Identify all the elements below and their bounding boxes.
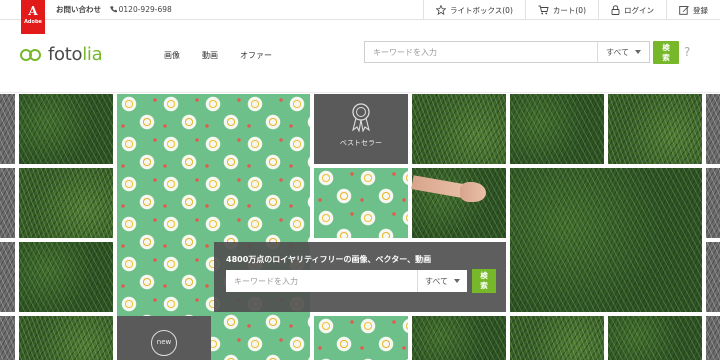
nav-item-images[interactable]: 画像 xyxy=(164,50,180,61)
bestseller-label: ベストセラー xyxy=(339,139,383,147)
fotolia-logo[interactable]: fotolia xyxy=(20,44,103,65)
lock-icon xyxy=(611,5,620,15)
cart-label: カート(0) xyxy=(552,5,586,15)
hero-category-select[interactable]: すべて xyxy=(417,270,467,292)
hero-category-value: すべて xyxy=(424,276,449,286)
header-category-select[interactable]: すべて xyxy=(597,42,649,62)
nav-item-offers[interactable]: オファー xyxy=(240,50,272,61)
mosaic-tile[interactable] xyxy=(706,316,720,360)
hero-search-button-line1: 検 xyxy=(480,271,488,280)
mosaic-tile[interactable] xyxy=(411,168,506,238)
adobe-word: Adobe xyxy=(24,19,42,25)
hero-search-input[interactable]: キーワードを入力 xyxy=(226,276,417,287)
mosaic-tile[interactable] xyxy=(412,94,506,164)
mosaic-tile[interactable] xyxy=(706,94,720,164)
new-badge: new xyxy=(151,330,177,356)
phone-text: 0120-929-698 xyxy=(118,5,172,14)
mosaic-tile[interactable] xyxy=(510,316,604,360)
header-search-button[interactable]: 検 索 xyxy=(653,41,679,64)
register-link[interactable]: 登録 xyxy=(666,0,720,20)
logo-rings-icon xyxy=(20,48,44,62)
mosaic-tile-large[interactable] xyxy=(510,168,702,312)
chevron-down-icon xyxy=(454,279,461,283)
adobe-logo[interactable]: A Adobe xyxy=(21,0,45,34)
hero-search-panel: 4800万点のロイヤリティフリーの画像、ベクター、動画 キーワードを入力 すべて… xyxy=(214,242,506,312)
site-header: fotolia 画像 動画 オファー キーワードを入力 すべて 検 索 ? xyxy=(0,20,720,93)
contact-info: お問い合わせ 0120-929-698 xyxy=(56,4,172,15)
nav-item-videos[interactable]: 動画 xyxy=(202,50,218,61)
mosaic-tile[interactable] xyxy=(706,242,720,312)
contact-link[interactable]: お問い合わせ xyxy=(56,5,101,14)
mosaic-tile[interactable] xyxy=(0,242,15,312)
login-label: ログイン xyxy=(624,5,654,15)
cart-link[interactable]: カート(0) xyxy=(524,0,598,20)
mosaic-tile[interactable] xyxy=(314,316,408,360)
header-search-bar: キーワードを入力 すべて xyxy=(364,41,650,63)
mosaic-tile[interactable] xyxy=(0,316,15,360)
logo-wordmark: fotolia xyxy=(48,44,103,65)
hero-mosaic: ベストセラー new 4800万点のロイヤリティフリーの画像、ベクター、動画 キ… xyxy=(0,94,720,360)
hand-shape xyxy=(460,182,486,202)
mosaic-tile[interactable] xyxy=(19,242,113,312)
hero-search-bar: キーワードを入力 すべて xyxy=(226,270,467,292)
register-label: 登録 xyxy=(693,5,708,15)
hero-headline: 4800万点のロイヤリティフリーの画像、ベクター、動画 xyxy=(226,255,432,264)
lightbox-label: ライトボックス(0) xyxy=(449,5,513,15)
mosaic-tile[interactable] xyxy=(706,168,720,238)
mosaic-tile[interactable] xyxy=(608,94,702,164)
mosaic-tile[interactable] xyxy=(19,168,113,238)
mosaic-tile[interactable] xyxy=(412,316,506,360)
login-link[interactable]: ログイン xyxy=(598,0,666,20)
help-icon[interactable]: ? xyxy=(684,45,690,59)
phone-icon xyxy=(109,6,117,13)
top-utility-bar: A Adobe お問い合わせ 0120-929-698 ライトボックス(0) カ… xyxy=(0,0,720,34)
mosaic-tile[interactable] xyxy=(0,94,15,164)
adobe-mark: A xyxy=(28,4,38,18)
phone-number: 0120-929-698 xyxy=(109,5,172,14)
new-tile[interactable]: new xyxy=(117,316,211,360)
mosaic-tile[interactable] xyxy=(0,168,15,238)
header-category-value: すべて xyxy=(605,47,630,57)
hero-search-button-line2: 索 xyxy=(480,281,488,290)
header-search-button-line2: 索 xyxy=(662,53,670,62)
main-nav: 画像 動画 オファー xyxy=(164,50,272,61)
mosaic-tile[interactable] xyxy=(19,94,113,164)
edit-icon xyxy=(679,6,689,15)
chevron-down-icon xyxy=(635,50,642,54)
logo-prefix: foto xyxy=(48,44,83,65)
star-icon xyxy=(435,5,446,15)
bestseller-tile[interactable]: ベストセラー xyxy=(314,94,408,164)
logo-suffix: lia xyxy=(82,44,103,65)
mosaic-tile[interactable] xyxy=(19,316,113,360)
mosaic-tile[interactable] xyxy=(608,316,702,360)
hero-search-button[interactable]: 検 索 xyxy=(472,269,496,293)
header-search-button-line1: 検 xyxy=(662,43,670,52)
mosaic-tile[interactable] xyxy=(510,94,604,164)
award-ribbon-icon xyxy=(352,103,370,132)
account-links: ライトボックス(0) カート(0) ログイン 登録 xyxy=(422,0,720,20)
cart-icon xyxy=(538,5,549,15)
header-search-input[interactable]: キーワードを入力 xyxy=(365,47,597,58)
lightbox-link[interactable]: ライトボックス(0) xyxy=(422,0,525,20)
mosaic-tile[interactable] xyxy=(314,168,408,238)
